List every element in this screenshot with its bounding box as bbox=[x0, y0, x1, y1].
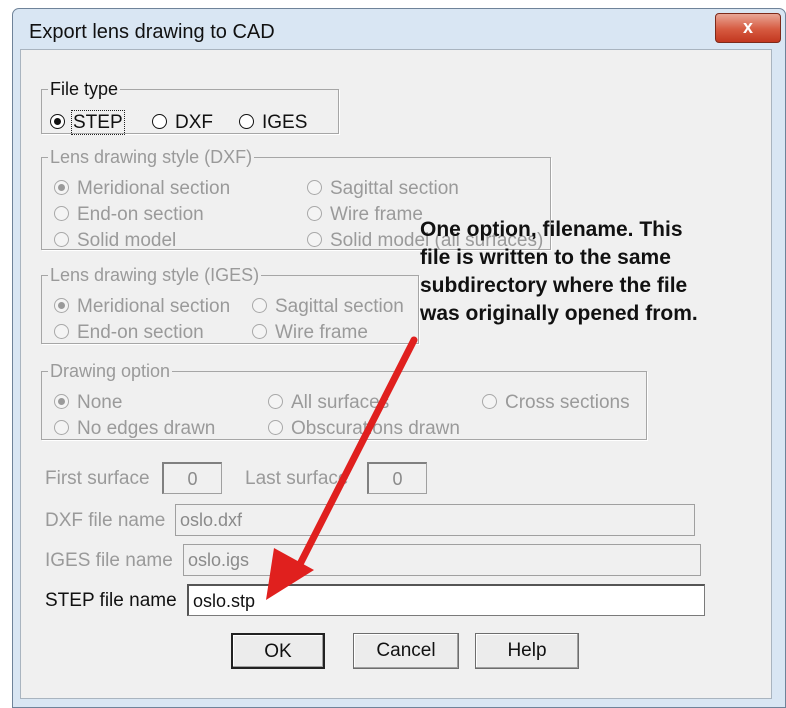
iges-style-group: Lens drawing style (IGES) Meridional sec… bbox=[41, 266, 419, 344]
radio-icon bbox=[54, 206, 69, 221]
ok-button[interactable]: OK bbox=[231, 633, 325, 669]
first-surface-field[interactable]: 0 bbox=[162, 462, 222, 494]
step-file-name-label: STEP file name bbox=[45, 590, 177, 611]
file-type-group: File type STEP DXF IGES bbox=[41, 79, 339, 135]
radio-icon bbox=[268, 420, 283, 435]
radio-selected-icon bbox=[54, 394, 69, 409]
iges-wire-frame-radio[interactable]: Wire frame bbox=[252, 323, 368, 343]
drawing-none-radio[interactable]: None bbox=[54, 393, 122, 413]
radio-icon bbox=[252, 324, 267, 339]
drawing-option-group: Drawing option None All surfaces Cross s… bbox=[41, 362, 647, 440]
iges-file-name-field[interactable]: oslo.igs bbox=[183, 544, 701, 576]
dxf-end-on-radio[interactable]: End-on section bbox=[54, 205, 204, 225]
dxf-style-legend: Lens drawing style (DXF) bbox=[50, 147, 253, 167]
file-type-iges-radio[interactable]: IGES bbox=[239, 113, 307, 133]
last-surface-field[interactable]: 0 bbox=[367, 462, 427, 494]
iges-meridional-radio[interactable]: Meridional section bbox=[54, 297, 230, 317]
drawing-obscurations-radio[interactable]: Obscurations drawn bbox=[268, 419, 460, 439]
file-type-step-radio[interactable]: STEP bbox=[50, 110, 125, 135]
radio-selected-icon bbox=[54, 180, 69, 195]
dxf-sagittal-radio[interactable]: Sagittal section bbox=[307, 179, 459, 199]
first-surface-label: First surface bbox=[45, 468, 150, 489]
file-type-legend: File type bbox=[50, 79, 119, 99]
close-icon: x bbox=[742, 17, 753, 37]
radio-icon bbox=[54, 324, 69, 339]
annotation-line: One option, filename. This bbox=[420, 218, 683, 241]
iges-style-legend: Lens drawing style (IGES) bbox=[50, 265, 260, 285]
last-surface-label: Last surface bbox=[245, 468, 349, 489]
radio-icon bbox=[54, 420, 69, 435]
iges-sagittal-radio[interactable]: Sagittal section bbox=[252, 297, 404, 317]
annotation-line: subdirectory where the file bbox=[420, 274, 688, 297]
dialog-body: File type STEP DXF IGES Lens drawing sty… bbox=[20, 49, 772, 699]
iges-end-on-radio[interactable]: End-on section bbox=[54, 323, 204, 343]
window-title: Export lens drawing to CAD bbox=[29, 21, 275, 43]
drawing-cross-sections-radio[interactable]: Cross sections bbox=[482, 393, 630, 413]
drawing-option-legend: Drawing option bbox=[50, 361, 171, 381]
file-type-dxf-radio[interactable]: DXF bbox=[152, 113, 213, 133]
cancel-button[interactable]: Cancel bbox=[353, 633, 459, 669]
radio-icon bbox=[54, 232, 69, 247]
drawing-all-surfaces-radio[interactable]: All surfaces bbox=[268, 393, 389, 413]
radio-selected-icon bbox=[54, 298, 69, 313]
radio-icon bbox=[239, 114, 254, 129]
dxf-solid-model-radio[interactable]: Solid model bbox=[54, 231, 176, 251]
radio-icon bbox=[252, 298, 267, 313]
radio-icon bbox=[152, 114, 167, 129]
dxf-file-name-field[interactable]: oslo.dxf bbox=[175, 504, 695, 536]
annotation-line: was originally opened from. bbox=[420, 302, 698, 325]
dxf-wire-frame-radio[interactable]: Wire frame bbox=[307, 205, 423, 225]
radio-selected-icon bbox=[50, 114, 65, 129]
radio-icon bbox=[307, 232, 322, 247]
radio-icon bbox=[307, 180, 322, 195]
annotation-line: file is written to the same bbox=[420, 246, 671, 269]
radio-icon bbox=[307, 206, 322, 221]
dialog-window: Export lens drawing to CAD x File type S… bbox=[12, 8, 786, 708]
dxf-file-name-label: DXF file name bbox=[45, 510, 166, 531]
iges-file-name-label: IGES file name bbox=[45, 550, 173, 571]
step-file-name-field[interactable]: oslo.stp bbox=[187, 584, 705, 616]
dxf-meridional-radio[interactable]: Meridional section bbox=[54, 179, 230, 199]
radio-icon bbox=[268, 394, 283, 409]
title-bar[interactable]: Export lens drawing to CAD x bbox=[13, 9, 785, 49]
radio-icon bbox=[482, 394, 497, 409]
drawing-no-edges-radio[interactable]: No edges drawn bbox=[54, 419, 215, 439]
close-button[interactable]: x bbox=[715, 13, 781, 43]
annotation-callout: One option, filename. This file is writt… bbox=[420, 216, 698, 328]
help-button[interactable]: Help bbox=[475, 633, 579, 669]
